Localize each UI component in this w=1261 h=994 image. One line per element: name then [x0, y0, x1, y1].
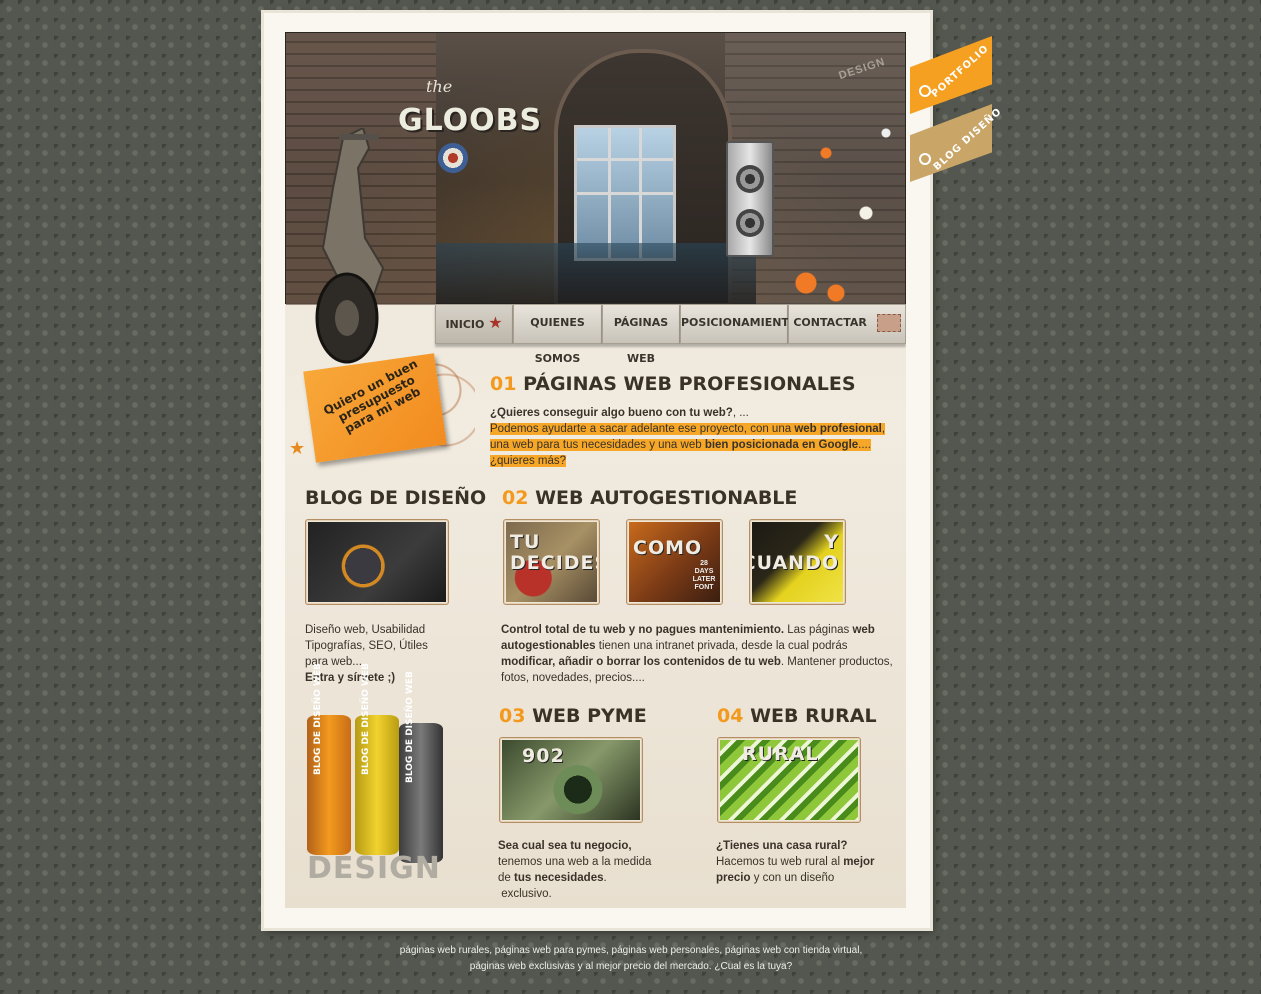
thumb-web-pyme[interactable]: 902 [499, 737, 643, 823]
section2-text: Control total de tu web y no pagues mant… [501, 622, 893, 686]
text-fragment: exclusivo. [501, 888, 552, 900]
thumb-web-rural[interactable]: RURAL [717, 737, 861, 823]
can-label: BLOG DE DISEÑO WEB [313, 663, 323, 775]
telephone-image: 902 [502, 740, 640, 820]
section-number: 01 [490, 373, 517, 395]
thumb-image: COMO 28 DAYS LATER FONT [629, 522, 720, 602]
footer-line: páginas web exclusivas y al mejor precio… [469, 961, 793, 972]
rural-image: RURAL [720, 740, 858, 820]
nav-item-posicionamiento[interactable]: POSICIONAMIENTO [680, 304, 798, 344]
speaker-cone-icon [736, 165, 764, 193]
ribbon-shape [910, 104, 992, 182]
section-number: 03 [499, 705, 526, 727]
speaker-cone-icon [736, 209, 764, 237]
thumb-label: RURAL [742, 743, 819, 765]
thumb-sublabel: 28 DAYS LATER FONT [692, 560, 716, 591]
star-icon: ★ [488, 313, 503, 332]
section-title: WEB AUTOGESTIONABLE [535, 487, 798, 509]
blog-ribbon[interactable]: BLOG DISEÑO [910, 104, 1004, 182]
thumb-tu-decides[interactable]: TU DECIDES [503, 519, 600, 605]
nav-item-label: INICIO [445, 318, 485, 331]
stamp-icon [876, 314, 901, 332]
text-fragment: Podemos ayudarte a sacar adelante ese pr… [490, 423, 795, 435]
section4-heading: 04 WEB RURAL [717, 705, 877, 727]
page-paper: the GLOOBS DESIGN INICIO ★ QUIENES SOMOS… [264, 13, 930, 928]
text-fragment: Control total de tu web y no pagues mant… [501, 624, 785, 636]
thumb-label: 902 [522, 745, 565, 767]
section1-question: ¿Quieres conseguir algo bueno con tu web… [490, 407, 733, 419]
text-fragment: . [603, 872, 607, 884]
nav-item-quienes-somos[interactable]: QUIENES SOMOS [513, 304, 602, 365]
flowers-illustration [766, 93, 906, 305]
thumb-y-cuando[interactable]: Y CUANDO [749, 519, 846, 605]
nav-item-label: CONTACTAR [793, 316, 867, 329]
gray-can: BLOG DE DISEÑO WEB [399, 671, 443, 863]
nav-item-label: QUIENES SOMOS [530, 316, 585, 365]
blog-heading: BLOG DE DISEÑO [305, 487, 487, 509]
thumb-image: Y CUANDO [752, 522, 843, 602]
blog-text: Diseño web, Usabilidad Tipografías, SEO,… [305, 622, 475, 686]
section1-heading: 01 PÁGINAS WEB PROFESIONALES [490, 373, 856, 395]
text-fragment: tenemos una web a la medida [498, 856, 652, 868]
blog-thumbnail[interactable] [305, 519, 449, 605]
nav-item-contactar[interactable]: CONTACTAR [788, 304, 906, 344]
ring-icon [919, 153, 931, 165]
section3-text: Sea cual sea tu negocio, tenemos una web… [498, 838, 688, 902]
section2-heading: 02 WEB AUTOGESTIONABLE [502, 487, 797, 509]
sticky-note[interactable]: Quiero un buen presupuesto para mi web [303, 353, 447, 463]
section1-text: ¿Quieres conseguir algo bueno con tu web… [490, 405, 890, 469]
text-fragment: modificar, añadir o borrar los contenido… [501, 656, 781, 668]
text-line: Diseño web, Usabilidad [305, 624, 426, 636]
text-fragment: tus necesidades [514, 872, 604, 884]
logo-prefix: the [426, 77, 453, 96]
thumb-label: COMO [633, 537, 703, 559]
text-fragment: Las páginas [784, 624, 853, 636]
section-title: WEB PYME [532, 705, 647, 727]
main-nav: INICIO ★ QUIENES SOMOS PÁGINAS WEB POSIC… [435, 302, 906, 365]
text-line: Tipografías, SEO, Útiles [305, 640, 428, 652]
window-image [574, 125, 676, 261]
thumb-image: TU DECIDES [506, 522, 597, 602]
can-label: BLOG DE DISEÑO WEB [405, 671, 415, 783]
target-icon [438, 143, 468, 173]
text-fragment: Hacemos tu web rural al [716, 856, 844, 868]
quote-sticky-note[interactable]: Quiero un buen presupuesto para mi web ★ [285, 350, 475, 480]
thumb-label: TU DECIDES [510, 531, 597, 574]
footer-line: páginas web rurales, páginas web para py… [399, 945, 863, 956]
scooter-illustration [315, 128, 385, 364]
yellow-can: BLOG DE DISEÑO WEB [355, 663, 399, 855]
nav-item-label: PÁGINAS WEB [613, 316, 669, 365]
text-fragment: , ... [732, 407, 749, 419]
section-title: WEB RURAL [750, 705, 877, 727]
duck-image [308, 522, 446, 602]
text-fragment: bien posicionada en Google [704, 439, 859, 451]
section-number: 02 [502, 487, 529, 509]
text-fragment: de [498, 872, 514, 884]
portfolio-ribbon[interactable]: PORTFOLIO [910, 36, 992, 114]
orange-can: BLOG DE DISEÑO WEB [307, 663, 351, 855]
section-number: 04 [717, 705, 744, 727]
text-fragment: ¿Tienes una casa rural? [716, 840, 848, 852]
can-label: BLOG DE DISEÑO WEB [361, 663, 371, 775]
sticky-note-text: Quiero un buen presupuesto para mi web [321, 356, 423, 436]
section1-highlight: Podemos ayudarte a sacar adelante ese pr… [490, 423, 886, 467]
text-fragment: Sea cual sea tu negocio, [498, 840, 632, 852]
text-fragment: y con un diseño [750, 872, 835, 884]
footer-text: páginas web rurales, páginas web para py… [264, 943, 998, 975]
design-watermark: DESIGN [307, 851, 441, 886]
star-icon: ★ [289, 438, 306, 458]
nav-item-paginas-web[interactable]: PÁGINAS WEB [602, 304, 680, 365]
thumb-label: Y CUANDO [752, 531, 839, 574]
flooded-floor [436, 243, 756, 305]
blog-cans-image[interactable]: BLOG DE DISEÑO WEB BLOG DE DISEÑO WEB BL… [305, 663, 450, 895]
content-area: the GLOOBS DESIGN INICIO ★ QUIENES SOMOS… [285, 32, 906, 908]
nav-item-inicio[interactable]: INICIO ★ [435, 304, 513, 344]
section-title: PÁGINAS WEB PROFESIONALES [523, 373, 856, 395]
section3-heading: 03 WEB PYME [499, 705, 647, 727]
section4-text: ¿Tienes una casa rural? Hacemos tu web r… [716, 838, 896, 886]
thumb-como[interactable]: COMO 28 DAYS LATER FONT [626, 519, 723, 605]
text-fragment: web profesional [794, 423, 882, 435]
text-fragment: tienen una intranet privada, desde la cu… [595, 640, 848, 652]
nav-item-label: POSICIONAMIENTO [681, 316, 799, 329]
